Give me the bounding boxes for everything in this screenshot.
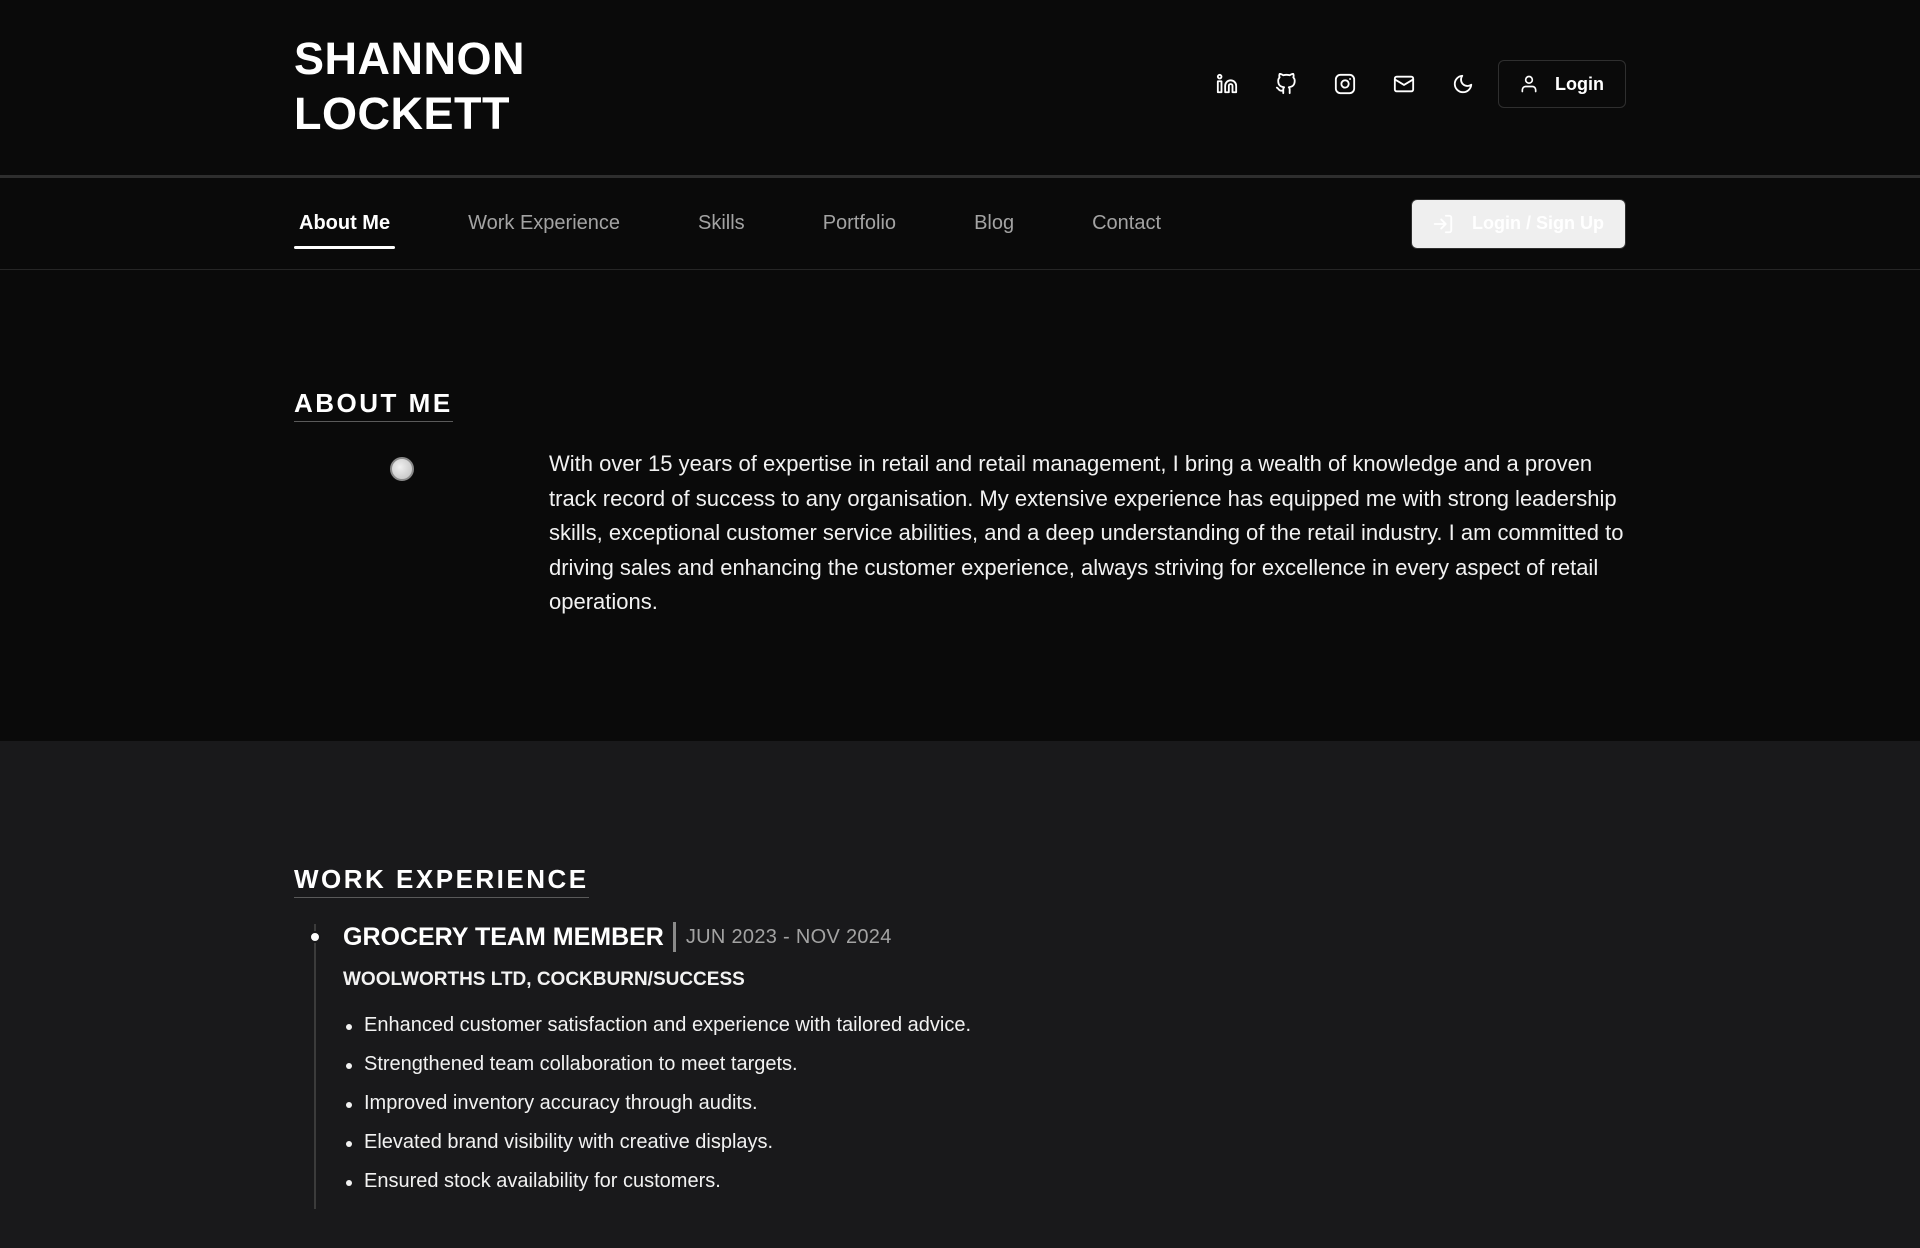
work-experience-title: WORK EXPERIENCE xyxy=(294,864,589,898)
login-signup-button[interactable]: Login / Sign Up xyxy=(1411,198,1626,249)
work-experience-section: WORK EXPERIENCE GROCERY TEAM MEMBER JUN … xyxy=(0,741,1920,1248)
job-points: Enhanced customer satisfaction and exper… xyxy=(343,1006,1626,1201)
job-separator xyxy=(672,922,676,952)
linkedin-icon[interactable] xyxy=(1197,60,1256,108)
timeline: GROCERY TEAM MEMBER JUN 2023 - NOV 2024 … xyxy=(294,920,1626,1209)
list-item: Ensured stock availability for customers… xyxy=(343,1162,1626,1201)
site-owner-name: SHANNON LOCKETT xyxy=(294,0,525,175)
tab-portfolio[interactable]: Portfolio xyxy=(818,199,901,249)
list-item: Improved inventory accuracy through audi… xyxy=(343,1084,1626,1123)
github-icon[interactable] xyxy=(1256,60,1315,108)
about-body: With over 15 years of expertise in retai… xyxy=(294,447,1626,620)
list-item: Elevated brand visibility with creative … xyxy=(343,1123,1626,1162)
main-nav: About Me Work Experience Skills Portfoli… xyxy=(0,178,1920,270)
instagram-icon[interactable] xyxy=(1315,60,1374,108)
login-signup-label: Login / Sign Up xyxy=(1472,213,1604,233)
user-icon xyxy=(1521,75,1537,93)
tab-contact[interactable]: Contact xyxy=(1087,199,1166,249)
site-header: SHANNON LOCKETT Login xyxy=(0,0,1920,178)
list-item: Enhanced customer satisfaction and exper… xyxy=(343,1006,1626,1045)
mail-icon[interactable] xyxy=(1374,60,1433,108)
nav-tabs: About Me Work Experience Skills Portfoli… xyxy=(294,178,1234,269)
login-button[interactable]: Login xyxy=(1498,60,1626,108)
login-label: Login xyxy=(1555,73,1604,94)
job-entry: GROCERY TEAM MEMBER JUN 2023 - NOV 2024 … xyxy=(343,920,1626,1201)
job-role: GROCERY TEAM MEMBER xyxy=(343,923,664,951)
name-first: SHANNON xyxy=(294,33,526,84)
tab-work-experience[interactable]: Work Experience xyxy=(463,199,625,249)
tab-skills[interactable]: Skills xyxy=(693,199,750,249)
header-actions: Login xyxy=(1197,0,1626,168)
job-company: WOOLWORTHS LTD, COCKBURN/SUCCESS xyxy=(343,969,745,990)
moon-icon[interactable] xyxy=(1433,60,1492,108)
timeline-dot xyxy=(309,931,321,943)
about-text: With over 15 years of expertise in retai… xyxy=(549,451,1624,614)
about-section: ABOUT ME With over 15 years of expertise… xyxy=(0,270,1920,741)
timeline-line xyxy=(314,924,316,1209)
job-header: GROCERY TEAM MEMBER JUN 2023 - NOV 2024 xyxy=(343,920,1626,954)
tab-blog[interactable]: Blog xyxy=(969,199,1019,249)
job-dates: JUN 2023 - NOV 2024 xyxy=(685,926,892,948)
log-in-icon xyxy=(1433,214,1453,233)
about-title: ABOUT ME xyxy=(294,388,453,422)
tab-about-me[interactable]: About Me xyxy=(294,199,396,249)
avatar xyxy=(390,457,414,481)
list-item: Strengthened team collaboration to meet … xyxy=(343,1045,1626,1084)
photo-column xyxy=(294,447,549,620)
name-last: LOCKETT xyxy=(294,88,510,139)
